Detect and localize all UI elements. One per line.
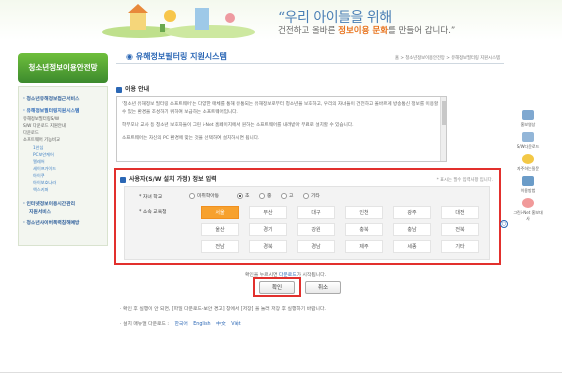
region-button[interactable]: 대구 <box>297 206 335 219</box>
scroll-top-icon[interactable]: ○ <box>500 220 508 228</box>
region-button[interactable]: 대전 <box>441 206 479 219</box>
region-button[interactable]: 기타 <box>441 240 479 253</box>
sidebar-subitem[interactable]: 엘레어 <box>33 159 45 165</box>
confirm-button[interactable]: 확인 <box>259 281 295 294</box>
region-button[interactable]: 울산 <box>201 223 239 236</box>
quick-menu-usage[interactable]: 이용방법 <box>513 176 543 194</box>
sidebar-subitem[interactable]: 세이프가이드 <box>33 166 56 172</box>
region-button[interactable]: 경남 <box>297 240 335 253</box>
school-option-middle[interactable]: 중 <box>259 192 271 199</box>
sidebar-logo[interactable]: 청소년정보이용안전망 <box>18 53 108 83</box>
region-button[interactable]: 경북 <box>249 240 287 253</box>
region-button[interactable]: 제주 <box>345 240 383 253</box>
sidebar-subitem[interactable]: S/W 다운로드 지원안내 <box>23 123 66 129</box>
usage-guide-heading: 이용 안내 <box>116 84 149 93</box>
region-label: * 소속 교육청 <box>139 210 167 215</box>
sidebar-item-active[interactable]: · 유해정보필터링지원시스템 <box>23 107 79 114</box>
manual-link-korean[interactable]: 한국어 <box>175 322 188 327</box>
region-button[interactable]: 강원 <box>297 223 335 236</box>
sidebar-item[interactable]: · 인터넷정보이용시간관리 <box>23 200 75 207</box>
banner-illustration <box>102 4 255 38</box>
user-info-heading: 사용자(S/W 설치 가정) 정보 입력 <box>120 174 217 183</box>
sidebar-item[interactable]: · 청소년유해정보접근서비스 <box>23 95 79 102</box>
video-icon <box>522 110 534 120</box>
region-button[interactable]: 충남 <box>393 223 431 236</box>
manual-link-english[interactable]: English <box>193 322 210 327</box>
page-header: ◉ 유해정보필터링 지원시스템 홈 > 청소년정보이용안전망 > 유해정보필터링… <box>116 50 504 64</box>
scrollbar-thumb[interactable] <box>442 101 446 125</box>
download-icon <box>522 132 534 142</box>
school-label: * 자녀 학교 <box>139 195 163 200</box>
sidebar-subitem[interactable]: 다운로드 <box>23 130 39 136</box>
region-button[interactable]: 충북 <box>345 223 383 236</box>
manual-download-row: · 설치 매뉴얼 다운로드 : 한국어 English 中文 Việt <box>120 322 241 327</box>
sidebar-subitem[interactable]: 엑스키퍼 <box>33 187 48 193</box>
sidebar-subitem[interactable]: PC보안케어 <box>33 152 54 158</box>
region-button-selected[interactable]: 서울 <box>201 206 239 219</box>
quick-menu-ambassador[interactable]: 그린i-Net 홍보대사 <box>513 198 543 222</box>
radio-icon[interactable] <box>259 192 265 199</box>
region-button[interactable]: 전북 <box>441 223 479 236</box>
region-button[interactable]: 광주 <box>393 206 431 219</box>
sidebar-subitem[interactable]: 유해정보필터링S/W <box>23 116 59 122</box>
school-option-other[interactable]: 기타 <box>303 192 320 199</box>
monitor-icon <box>522 176 534 186</box>
sidebar-item[interactable]: · 청소년사이버폭력침해예방 <box>23 219 79 226</box>
sidebar-item[interactable]: 지원서비스 <box>29 208 51 215</box>
manual-link-chinese[interactable]: 中文 <box>216 322 226 327</box>
usage-guide-paragraph: '청소년 유해정보 필터링 소프트웨어'는 다양한 매체를 통해 유통되는 유해… <box>122 102 439 115</box>
save-instruction: · 확인 후 실행이 안 되면, [파일 다운로드-보안 경고] 창에서 [저장… <box>120 307 326 312</box>
quick-menu-faq[interactable]: 자주하는질문 <box>513 154 543 172</box>
quick-menu-promo-video[interactable]: 홍보영상 <box>513 110 543 128</box>
usage-guide-paragraph: 학부모나 교사 등 청소년 보호자들이 그린 i-Net 홈페이지에서 원하는 … <box>122 123 354 128</box>
radio-icon[interactable] <box>303 192 309 199</box>
school-option-elementary[interactable]: 초 <box>237 192 249 199</box>
scrollbar[interactable] <box>440 97 446 161</box>
region-button[interactable]: 경기 <box>249 223 287 236</box>
title-bullet-icon: ◉ <box>126 52 133 61</box>
sidebar-subitem[interactable]: 소프트웨어 기능비교 <box>23 137 60 143</box>
breadcrumb: 홈 > 청소년정보이용안전망 > 유해정보필터링 지원시스템 <box>395 56 500 61</box>
required-hint: * 표시는 필수 입력사항 입니다. <box>436 178 493 183</box>
manual-link-vietnamese[interactable]: Việt <box>231 322 240 327</box>
lightbulb-icon <box>522 154 534 164</box>
region-button[interactable]: 세종 <box>393 240 431 253</box>
radio-icon[interactable] <box>281 192 287 199</box>
region-button[interactable]: 전남 <box>201 240 239 253</box>
school-option-preschool[interactable]: 미취학아동 <box>189 192 219 199</box>
usage-guide-text-box[interactable]: '청소년 유해정보 필터링 소프트웨어'는 다양한 매체를 통해 유통되는 유해… <box>116 96 447 162</box>
school-option-high[interactable]: 고 <box>281 192 293 199</box>
quick-menu-sw-download[interactable]: S/W다운로드 <box>513 132 543 150</box>
section-square-icon <box>120 176 126 183</box>
usage-guide-paragraph: 소프트웨어는 자신의 PC 환경에 맞는 것을 선택하여 설치하시면 됩니다. <box>122 136 260 141</box>
radio-checked-icon[interactable] <box>237 192 243 199</box>
user-info-form: * 자녀 학교 미취학아동 초 중 고 기타 * 소속 교육청 서울 부산 대구… <box>124 186 490 260</box>
ambassador-icon <box>522 198 534 208</box>
top-banner: “우리 아이들을 위해 건전하고 올바른 정보이용 문화를 만들어 갑니다.” <box>0 0 562 40</box>
section-square-icon <box>116 86 122 93</box>
sidebar-subitem[interactable]: 아이쿠 <box>33 173 45 179</box>
page-title: ◉ 유해정보필터링 지원시스템 <box>126 52 227 61</box>
footer-divider <box>0 372 562 373</box>
banner-slogan-line2: 건전하고 올바른 정보이용 문화를 만들어 갑니다.” <box>278 26 456 36</box>
cancel-button[interactable]: 취소 <box>305 281 341 294</box>
radio-icon[interactable] <box>189 192 195 199</box>
region-button[interactable]: 부산 <box>249 206 287 219</box>
sidebar-subitem[interactable]: 1안심 <box>33 145 43 151</box>
sidebar-menu: · 청소년유해정보접근서비스 · 유해정보필터링지원시스템 유해정보필터링S/W… <box>18 86 108 246</box>
sidebar-subitem[interactable]: 아이보호나라 <box>33 180 56 186</box>
user-info-highlight-frame: 사용자(S/W 설치 가정) 정보 입력 * 표시는 필수 입력사항 입니다. … <box>114 168 501 265</box>
region-button[interactable]: 인천 <box>345 206 383 219</box>
